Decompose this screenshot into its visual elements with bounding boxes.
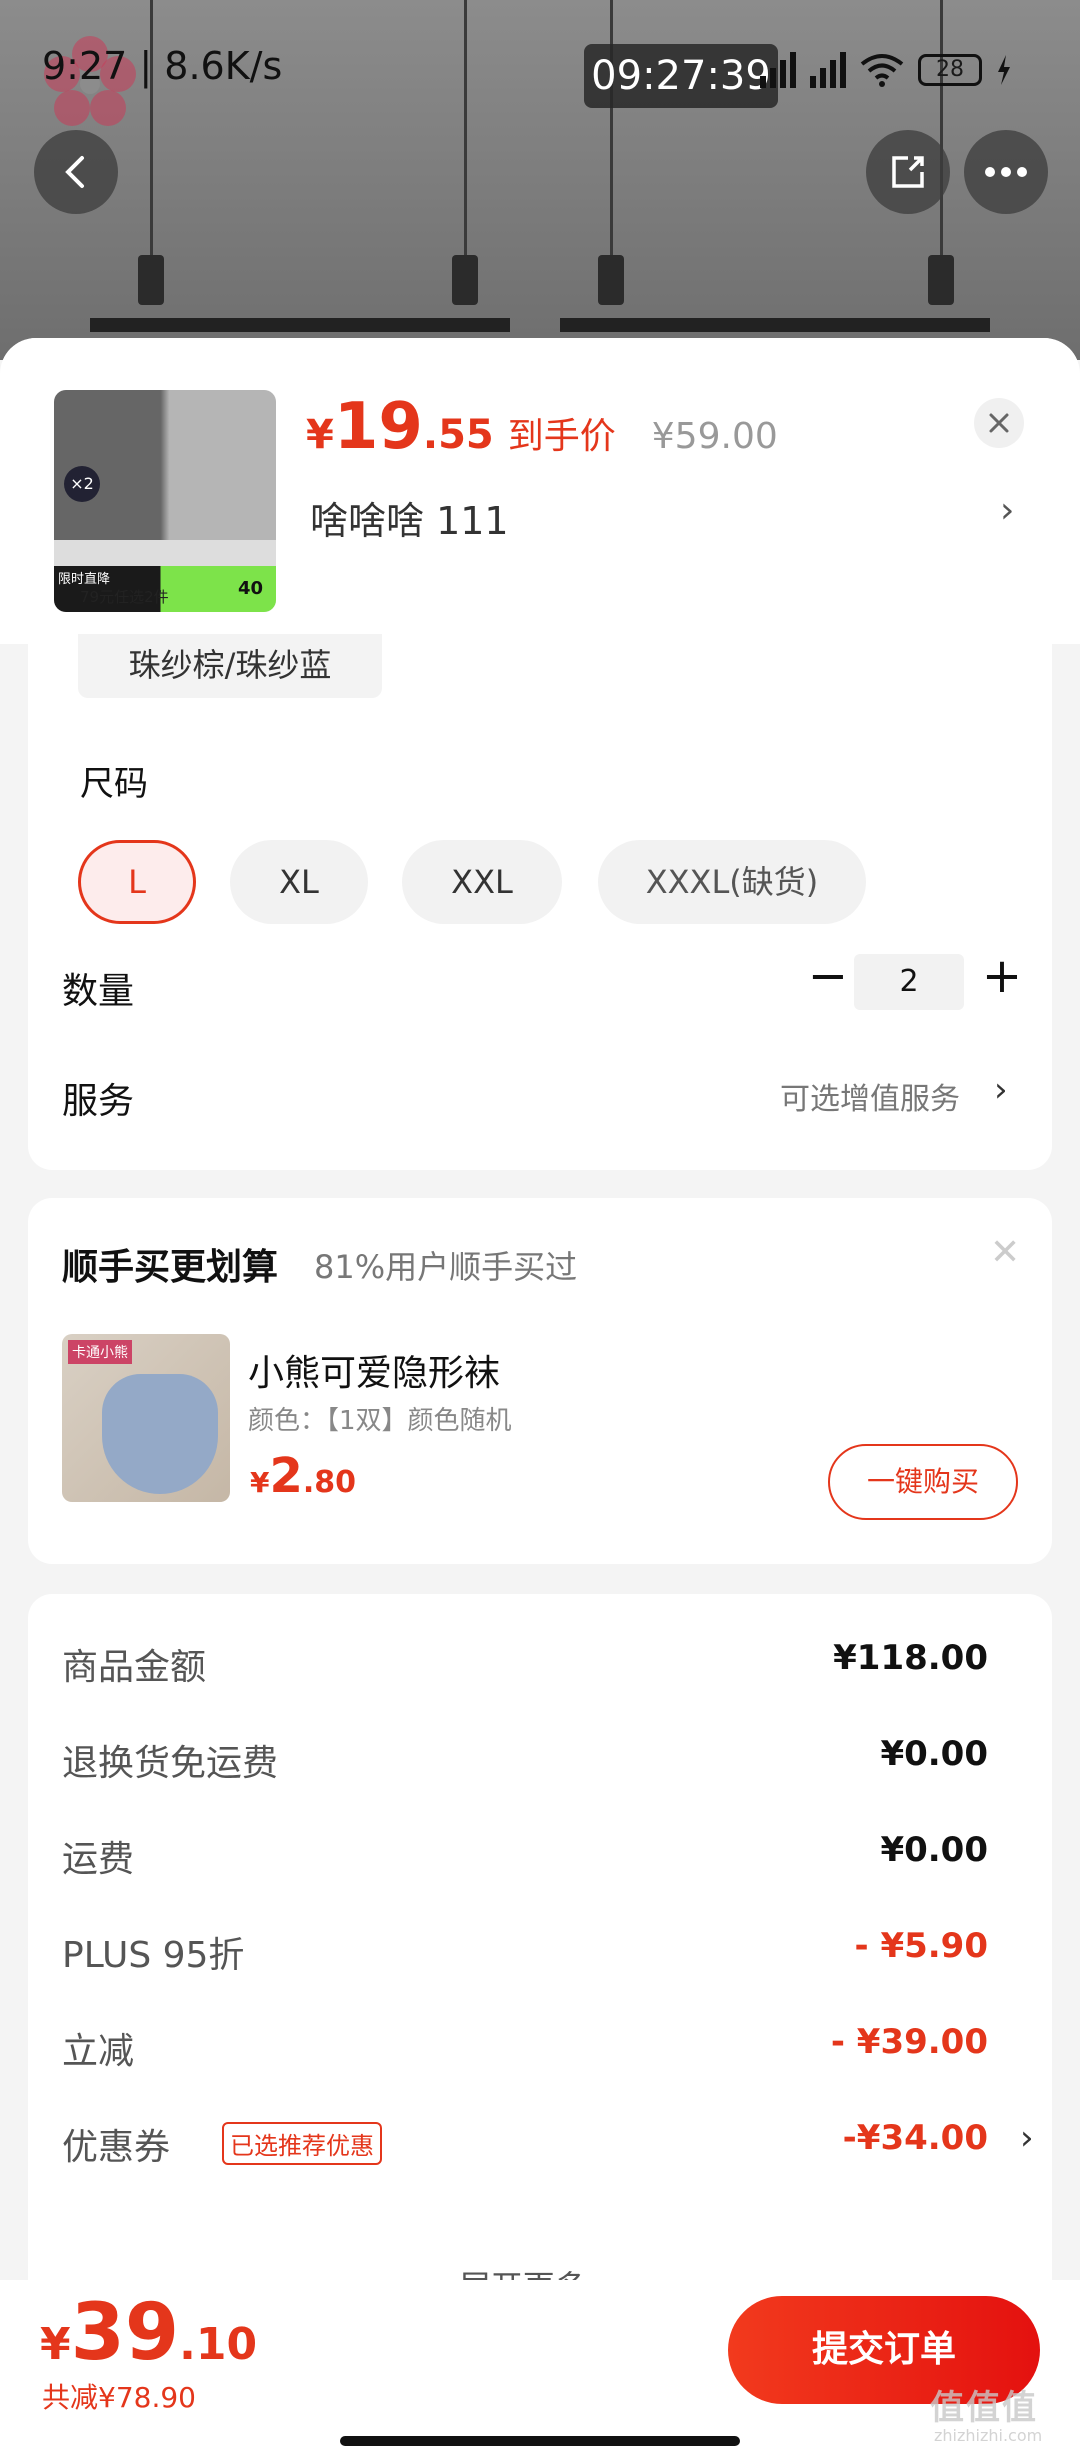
checkout-footer: ¥39.10 共减¥78.90 提交订单: [0, 2280, 1080, 2460]
price-label: 到手价: [507, 416, 616, 457]
more-button[interactable]: [964, 130, 1048, 214]
close-icon: [989, 413, 1009, 433]
total-price: ¥39.10: [40, 2288, 258, 2378]
signal-icon: [760, 52, 796, 88]
color-option-chip[interactable]: 珠纱棕/珠纱蓝: [78, 634, 382, 698]
share-button[interactable]: [866, 130, 950, 214]
charging-bolt-icon: [998, 55, 1010, 85]
upsell-item-name[interactable]: 小熊可爱隐形袜: [248, 1344, 500, 1396]
close-sheet-button[interactable]: [974, 398, 1024, 448]
chevron-right-icon[interactable]: ›: [1020, 2118, 1034, 2158]
summary-row: 运费 ¥0.00: [62, 1830, 988, 1880]
status-speed-text: 9:27 | 8.6K/s: [42, 44, 283, 88]
price-row: ¥ 19 .55 到手价 ¥59.00: [306, 390, 778, 464]
watermark-text: 值值值: [930, 2388, 1038, 2428]
service-label: 服务: [62, 1081, 135, 1122]
summary-row: PLUS 95折 - ¥5.90: [62, 1926, 988, 1976]
thumb-band-tag: 限时直降: [58, 572, 111, 587]
watermark-url: zhizhizhi.com: [934, 2426, 1043, 2445]
hanger-bar: [90, 318, 510, 332]
original-price: ¥59.00: [651, 416, 778, 457]
hanger-wire: [610, 0, 613, 270]
signal-icon: [810, 52, 846, 88]
thumb-band-right: 40: [238, 578, 264, 599]
price-decimal: .55: [422, 412, 494, 458]
price-integer: 19: [333, 390, 423, 464]
hanger-clip: [138, 255, 164, 305]
upsell-item-image[interactable]: 卡通小熊: [62, 1334, 230, 1502]
quantity-decrease-button[interactable]: −: [798, 948, 858, 1008]
chevron-right-icon[interactable]: ›: [994, 1070, 1008, 1110]
thumb-badge: ×2: [64, 466, 100, 502]
coupon-badge: 已选推荐优惠: [222, 2122, 382, 2165]
currency-symbol: ¥: [306, 412, 334, 458]
size-label: 尺码: [80, 764, 148, 804]
upsell-close-icon[interactable]: ✕: [990, 1232, 1020, 1273]
upsell-subtitle: 81%用户顺手买过: [314, 1248, 578, 1286]
thumb-band-text: 79元任选2件: [80, 588, 169, 606]
chevron-left-icon: [65, 156, 84, 188]
summary-row: 立减 - ¥39.00: [62, 2022, 988, 2072]
size-option-xxl[interactable]: XXL: [402, 840, 562, 924]
status-icons: 28: [760, 46, 1012, 94]
options-card: 珠纱棕/珠纱蓝 尺码 L XL XXL XXXL(缺货) 数量 − 2 + 服务…: [28, 634, 1052, 1170]
hanger-clip: [452, 255, 478, 305]
sheet-header: ×2 限时直降 79元任选2件 40 ¥ 19 .55 到手价 ¥59.00 啥…: [0, 338, 1080, 644]
service-value[interactable]: 可选增值服务: [780, 1074, 960, 1118]
summary-row: 退换货免运费 ¥0.00: [62, 1734, 988, 1784]
hanger-wire: [464, 0, 467, 270]
quantity-increase-button[interactable]: +: [972, 948, 1032, 1008]
chevron-right-icon[interactable]: ›: [1000, 490, 1014, 531]
hanger-wire: [940, 0, 943, 270]
hanger-clip: [928, 255, 954, 305]
selected-spec[interactable]: 啥啥啥 111: [310, 490, 509, 545]
size-option-xxxl[interactable]: XXXL(缺货): [598, 840, 866, 924]
upsell-title: 顺手买更划算: [62, 1247, 279, 1288]
size-option-xl[interactable]: XL: [230, 840, 368, 924]
wifi-icon: [860, 54, 904, 87]
quantity-input[interactable]: 2: [854, 954, 964, 1010]
total-savings: 共减¥78.90: [42, 2381, 196, 2414]
status-clock: 09:27:39: [584, 44, 778, 108]
hanger-clip: [598, 255, 624, 305]
upsell-image-tag: 卡通小熊: [68, 1340, 132, 1364]
battery-icon: 28: [918, 54, 982, 86]
upsell-item-spec: 颜色：【1双】颜色随机: [248, 1406, 512, 1436]
coupon-row[interactable]: 优惠券 已选推荐优惠 -¥34.00: [62, 2118, 988, 2168]
one-click-buy-button[interactable]: 一键购买: [828, 1444, 1018, 1520]
size-option-l[interactable]: L: [78, 840, 196, 924]
hanger-wire: [150, 0, 153, 270]
more-dots-icon: [985, 167, 1027, 177]
home-indicator[interactable]: [340, 2436, 740, 2446]
upsell-item-price: ¥2.80: [250, 1448, 357, 1504]
upsell-card: 顺手买更划算 81%用户顺手买过 ✕ 卡通小熊 小熊可爱隐形袜 颜色：【1双】颜…: [28, 1198, 1052, 1564]
hanger-bar: [560, 318, 990, 332]
share-icon: [892, 156, 924, 188]
summary-row: 商品金额 ¥118.00: [62, 1638, 988, 1688]
purchase-sheet: ×2 限时直降 79元任选2件 40 ¥ 19 .55 到手价 ¥59.00 啥…: [0, 338, 1080, 2460]
back-button[interactable]: [34, 130, 118, 214]
quantity-label: 数量: [62, 971, 135, 1012]
product-thumbnail[interactable]: ×2 限时直降 79元任选2件 40: [54, 390, 276, 612]
